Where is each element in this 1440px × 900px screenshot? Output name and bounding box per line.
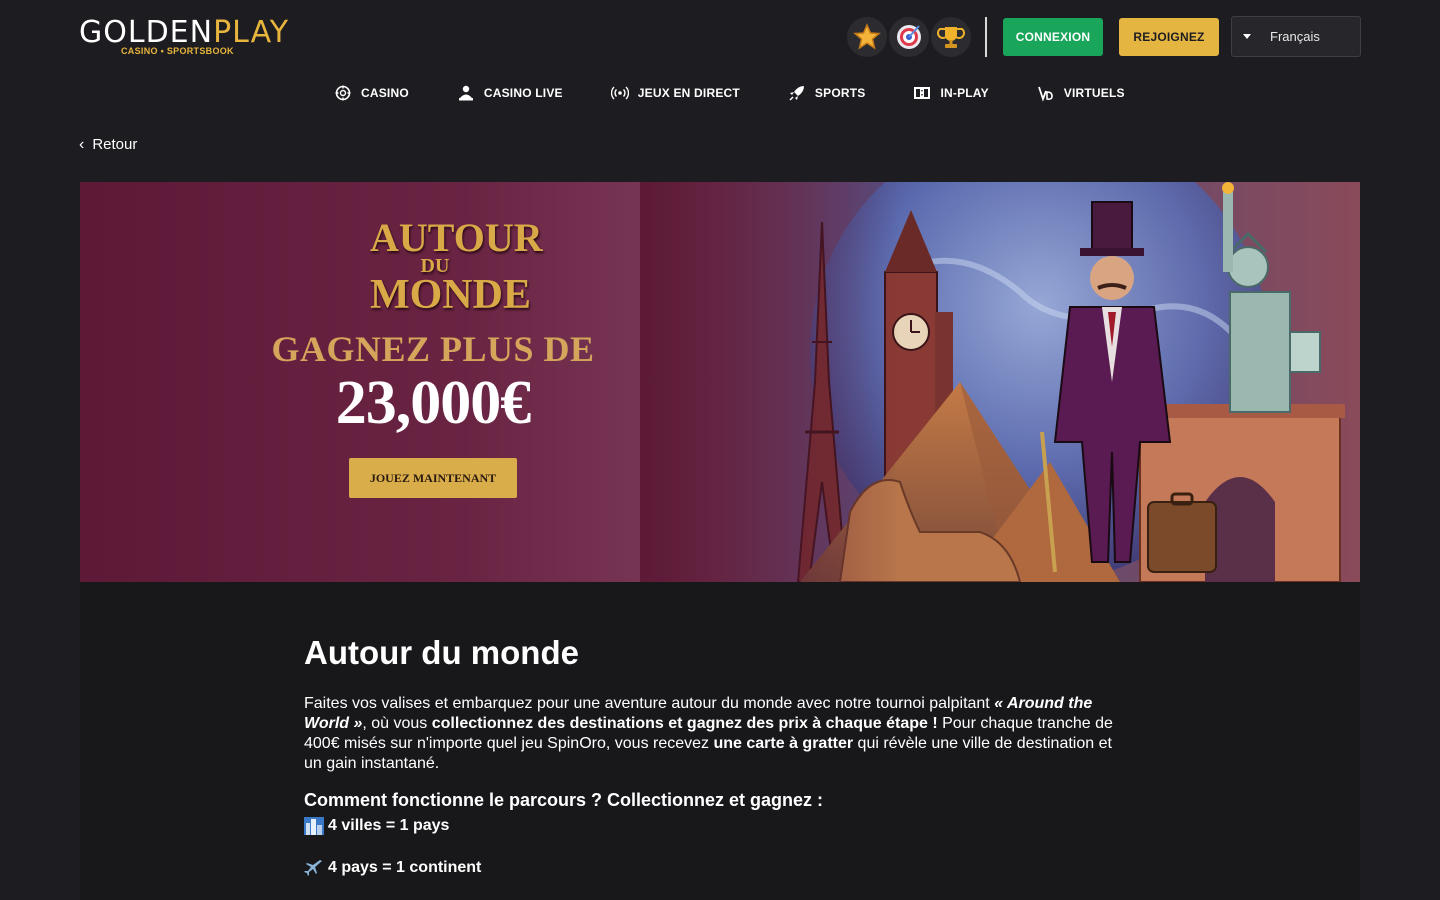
nav-casino[interactable]: CASINO: [334, 84, 409, 102]
star-badge-icon[interactable]: [847, 17, 887, 57]
nav-in-play-label: IN-PLAY: [940, 86, 989, 100]
join-button[interactable]: REJOIGNEZ: [1119, 18, 1219, 56]
play-now-button[interactable]: JOUEZ MAINTENANT: [349, 458, 517, 498]
target-badge-icon[interactable]: [889, 17, 929, 57]
nav-in-play[interactable]: IN-PLAY: [913, 84, 989, 102]
banner-logo-title: AUTOUR DU MONDE: [370, 215, 543, 318]
chip-icon: [335, 85, 351, 101]
header-divider: [985, 17, 987, 57]
promo-banner[interactable]: AUTOUR DU MONDE GAGNEZ PLUS DE 23,000€ J…: [80, 182, 1360, 582]
nav-sports[interactable]: SPORTS: [788, 84, 866, 102]
banner-win-text: GAGNEZ PLUS DE: [271, 329, 595, 369]
goldenplay-logo[interactable]: GOLDENPLAY CASINO • SPORTSBOOK: [79, 15, 288, 59]
main-nav: CASINO CASINO LIVE JEUX EN DIRECT SPORTS…: [334, 80, 1125, 106]
back-link[interactable]: ‹ Retour: [79, 136, 137, 153]
cityscape-icon: [304, 817, 324, 835]
caret-down-icon: [1243, 34, 1251, 39]
list-item: 4 pays = 1 continent: [304, 859, 481, 877]
scoreboard-icon: [914, 87, 931, 99]
logo-tagline: CASINO • SPORTSBOOK: [121, 46, 234, 56]
banner-title-line3: MONDE: [370, 272, 531, 318]
virtual-icon: [1037, 86, 1053, 102]
list-item-text: 4 villes = 1 pays: [328, 817, 450, 834]
back-label: Retour: [92, 136, 138, 153]
nav-virtuals-label: VIRTUELS: [1063, 86, 1125, 100]
banner-title-line1: AUTOUR: [370, 215, 543, 260]
banner-prize-amount: 23,000€: [335, 369, 532, 437]
nav-casino-live[interactable]: CASINO LIVE: [457, 84, 563, 102]
article-intro: Faites vos valises et embarquez pour une…: [304, 695, 1113, 772]
article-title: Autour du monde: [304, 634, 579, 671]
list-item: 4 villes = 1 pays: [304, 817, 449, 835]
chevron-left-icon: ‹: [79, 135, 85, 153]
language-label: Français: [1270, 29, 1320, 44]
list-item-text: 4 pays = 1 continent: [328, 859, 482, 876]
rocket-icon: [789, 86, 804, 101]
trophy-badge-icon[interactable]: [931, 17, 971, 57]
broadcast-icon: [610, 86, 629, 100]
login-button[interactable]: CONNEXION: [1003, 18, 1103, 56]
nav-casino-label: CASINO: [361, 86, 409, 100]
nav-virtuals[interactable]: VIRTUELS: [1037, 84, 1125, 102]
nav-sports-label: SPORTS: [814, 86, 866, 100]
language-select[interactable]: Français: [1231, 16, 1361, 57]
nav-casino-live-label: CASINO LIVE: [483, 86, 563, 100]
dealer-icon: [458, 85, 473, 101]
nav-live-games-label: JEUX EN DIRECT: [637, 86, 740, 100]
nav-live-games[interactable]: JEUX EN DIRECT: [610, 84, 740, 102]
airplane-icon: [304, 860, 322, 876]
article-subheading: Comment fonctionne le parcours ? Collect…: [304, 790, 824, 810]
